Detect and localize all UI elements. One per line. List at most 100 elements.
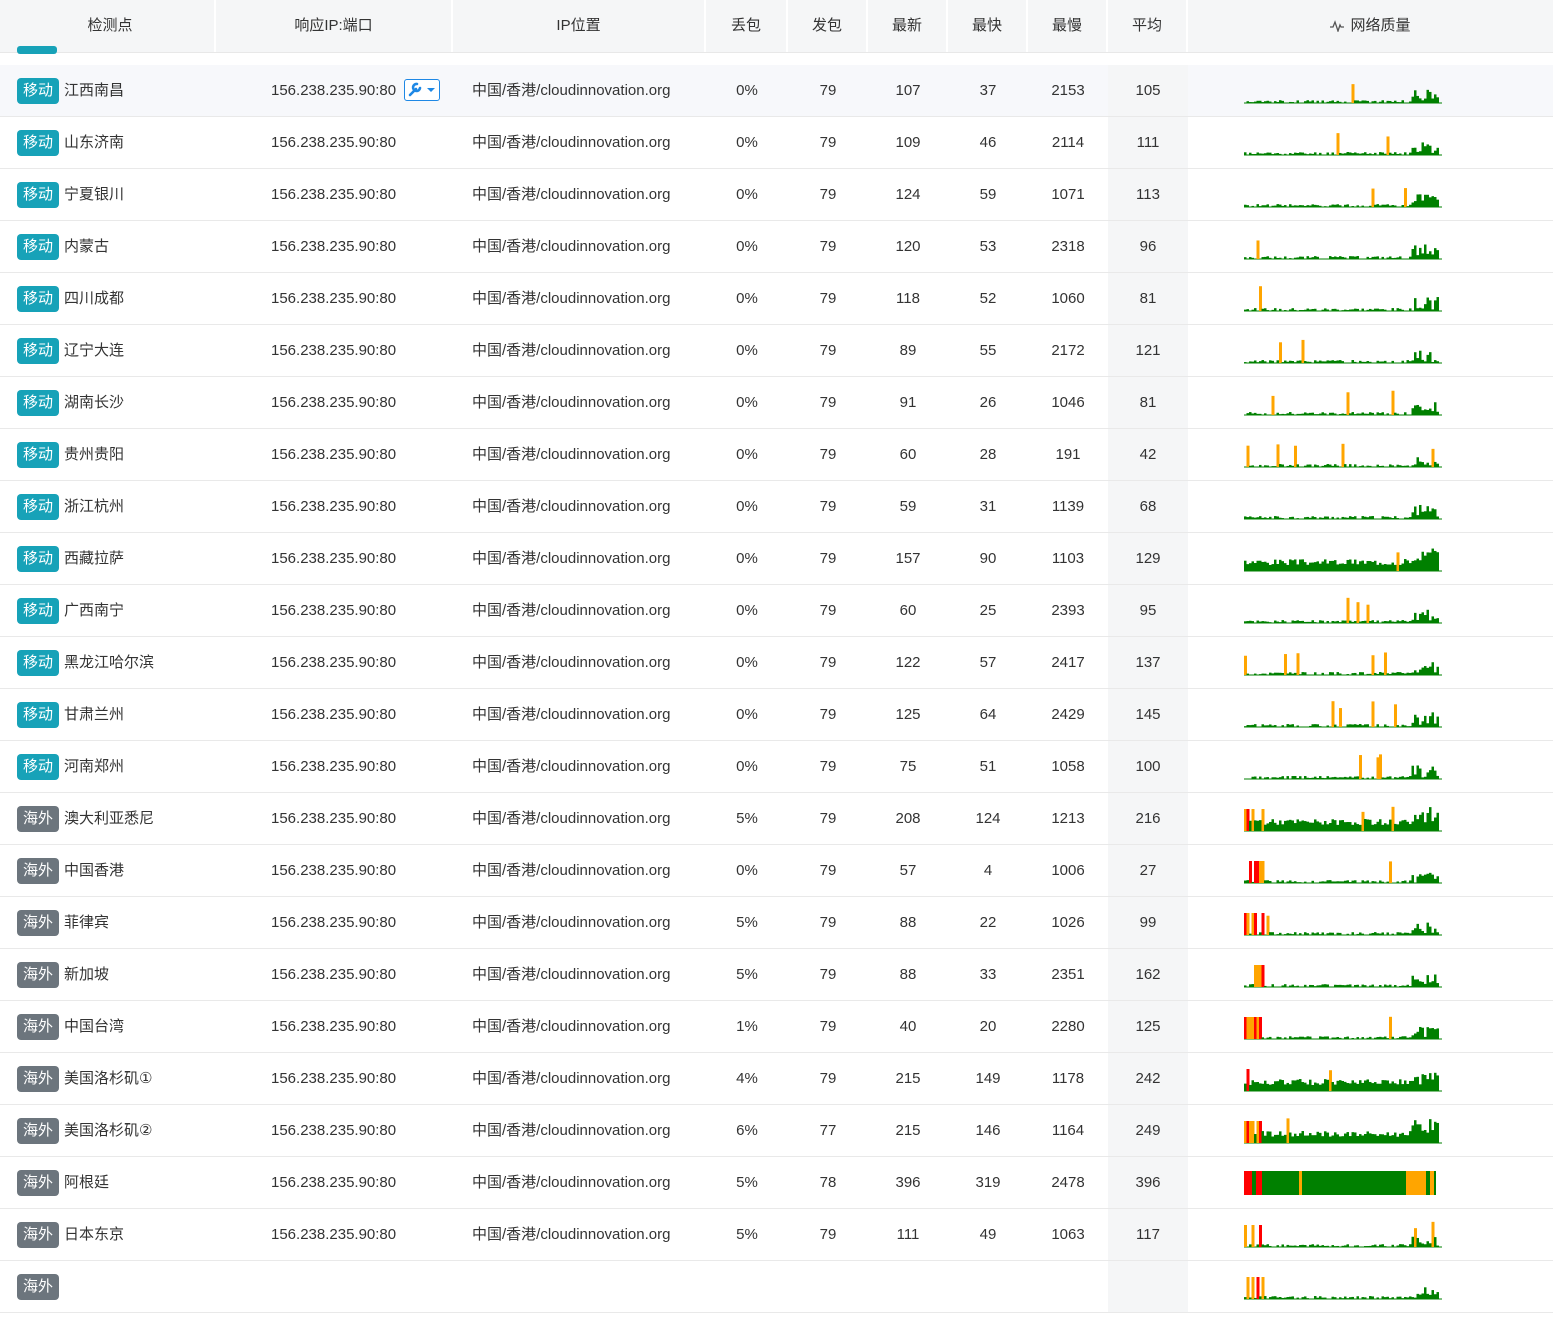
quality-bar [1261, 673, 1264, 675]
quality-bar [1246, 564, 1249, 571]
loss-cell: 0% [736, 550, 758, 567]
slowest-cell: 1103 [1051, 550, 1085, 567]
header-latest[interactable]: 最新 [868, 0, 948, 52]
header-sent[interactable]: 发包 [788, 0, 868, 52]
quality-bar [1289, 101, 1292, 103]
table-row[interactable]: 海外 中国台湾 156.238.235.90:80 中国/香港/cloudinnova… [0, 1001, 1553, 1053]
quality-bar [1294, 309, 1297, 311]
quality-bar [1381, 309, 1384, 311]
quality-bar [1259, 1017, 1262, 1039]
header-location[interactable]: IP位置 [453, 0, 706, 52]
region-badge: 移动 [17, 78, 59, 104]
table-row[interactable]: 海外 美国洛杉矶① 156.238.235.90:80 中国/香港/cloudinno… [0, 1053, 1553, 1105]
table-row[interactable]: 移动 甘肃兰州 156.238.235.90:80 中国/香港/cloudinnova… [0, 689, 1553, 741]
quality-bar [1291, 1037, 1294, 1039]
table-row[interactable]: 移动 黑龙江哈尔滨 156.238.235.90:80 中国/香港/cloudinno… [0, 637, 1553, 689]
quality-bar [1264, 880, 1267, 883]
quality-bar [1349, 1083, 1352, 1091]
quality-bar [1281, 413, 1284, 415]
table-row[interactable]: 海外 新加坡 156.238.235.90:80 中国/香港/cloudinnovat… [0, 949, 1553, 1001]
table-row[interactable]: 海外 阿根廷 156.238.235.90:80 中国/香港/cloudinnovat… [0, 1157, 1553, 1209]
table-row[interactable]: 移动 四川成都 156.238.235.90:80 中国/香港/cloudinnova… [0, 273, 1553, 325]
quality-bar [1426, 1241, 1429, 1247]
quality-bar [1371, 701, 1375, 727]
quality-bar [1371, 824, 1374, 831]
quality-bar [1249, 933, 1252, 935]
quality-bar [1384, 652, 1387, 675]
table-row[interactable]: 移动 西藏拉萨 156.238.235.90:80 中国/香港/cloudinnova… [0, 533, 1553, 585]
quality-bar [1294, 672, 1297, 675]
quality-bar [1396, 308, 1399, 311]
quality-bar [1304, 672, 1307, 675]
quality-bar [1299, 776, 1302, 779]
quality-bar [1289, 819, 1292, 831]
quality-bar [1324, 778, 1327, 779]
quality-bar [1406, 984, 1409, 987]
table-row[interactable]: 移动 江西南昌 156.238.235.90:80 中国/香港/cloudinnova… [0, 65, 1553, 117]
table-row[interactable]: 移动 山东济南 156.238.235.90:80 中国/香港/cloudinnova… [0, 117, 1553, 169]
header-loss[interactable]: 丢包 [706, 0, 788, 52]
quality-bar [1324, 1297, 1327, 1299]
quality-bar [1396, 413, 1399, 415]
table-row[interactable]: 移动 宁夏银川 156.238.235.90:80 中国/香港/cloudinnova… [0, 169, 1553, 221]
table-row[interactable]: 海外 日本东京 156.238.235.90:80 中国/香港/cloudinnova… [0, 1209, 1553, 1261]
location-cell: 中国/香港/cloudinnovation.org [472, 862, 671, 879]
quality-bar [1296, 518, 1299, 519]
quality-bar [1294, 362, 1297, 363]
quality-bar [1266, 204, 1269, 207]
table-row[interactable]: 移动 河南郑州 156.238.235.90:80 中国/香港/cloudinnova… [0, 741, 1553, 793]
table-row[interactable]: 移动 贵州贵阳 156.238.235.90:80 中国/香港/cloudinnova… [0, 429, 1553, 481]
quality-bar [1321, 361, 1324, 363]
quality-bar [1371, 984, 1374, 987]
loss-cell: 1% [736, 1018, 758, 1035]
table-row[interactable]: 移动 内蒙古 156.238.235.90:80 中国/香港/cloudinnovat… [0, 221, 1553, 273]
header-slowest[interactable]: 最慢 [1028, 0, 1108, 52]
quality-bar [1251, 361, 1254, 363]
quality-bar [1399, 564, 1402, 571]
quality-bar [1274, 1296, 1277, 1299]
table-row[interactable]: 移动 辽宁大连 156.238.235.90:80 中国/香港/cloudinnova… [0, 325, 1553, 377]
table-row[interactable]: 海外 菲律宾 156.238.235.90:80 中国/香港/cloudinnovat… [0, 897, 1553, 949]
quality-bar [1379, 205, 1382, 207]
quality-bar [1429, 1243, 1432, 1247]
quality-bar [1376, 308, 1379, 311]
quality-bar [1336, 1245, 1339, 1247]
location-cell: 中国/香港/cloudinnovation.org [472, 446, 671, 463]
fastest-cell: 49 [979, 1226, 997, 1243]
header-ip[interactable]: 响应IP:端口 [216, 0, 453, 52]
header-quality[interactable]: 网络质量 [1188, 0, 1553, 52]
quality-bar [1414, 147, 1417, 155]
table-row[interactable]: 海外 美国洛杉矶② 156.238.235.90:80 中国/香港/cloudinno… [0, 1105, 1553, 1157]
table-row[interactable]: 移动 湖南长沙 156.238.235.90:80 中国/香港/cloudinnova… [0, 377, 1553, 429]
quality-bar [1414, 1033, 1417, 1039]
quality-bar [1319, 985, 1322, 987]
table-row[interactable]: 海外 中国香港 156.238.235.90:80 中国/香港/cloudinnova… [0, 845, 1553, 897]
header-fastest[interactable]: 最快 [948, 0, 1028, 52]
quality-bar [1389, 100, 1392, 103]
quality-bar [1421, 931, 1424, 935]
sparkline-wrap [1244, 741, 1442, 798]
quality-bar [1411, 465, 1414, 467]
quality-bar [1289, 464, 1292, 467]
quality-bar [1401, 563, 1404, 571]
quality-bar [1299, 360, 1302, 363]
quality-bar [1246, 673, 1249, 675]
table-row[interactable]: 海外 澳大利亚悉尼 156.238.235.90:80 中国/香港/cloudinno… [0, 793, 1553, 845]
table-row[interactable]: 移动 广西南宁 156.238.235.90:80 中国/香港/cloudinnova… [0, 585, 1553, 637]
quality-bar [1394, 516, 1397, 519]
sparkline-wrap [1244, 1105, 1442, 1162]
quality-bar [1369, 985, 1372, 987]
quality-bar [1399, 256, 1402, 259]
tool-dropdown-button[interactable] [404, 79, 440, 101]
quality-bar [1289, 985, 1292, 987]
quality-bar [1429, 1028, 1432, 1039]
header-avg[interactable]: 平均 [1108, 0, 1188, 52]
table-row[interactable]: 海外 [0, 1261, 1553, 1313]
quality-bar [1311, 620, 1314, 623]
quality-bar [1284, 205, 1287, 207]
quality-bar [1291, 934, 1294, 935]
table-row[interactable]: 移动 浙江杭州 156.238.235.90:80 中国/香港/cloudinnova… [0, 481, 1553, 533]
quality-bar [1394, 1083, 1397, 1091]
header-point[interactable]: 检测点 [6, 0, 216, 52]
quality-bar [1371, 309, 1374, 311]
